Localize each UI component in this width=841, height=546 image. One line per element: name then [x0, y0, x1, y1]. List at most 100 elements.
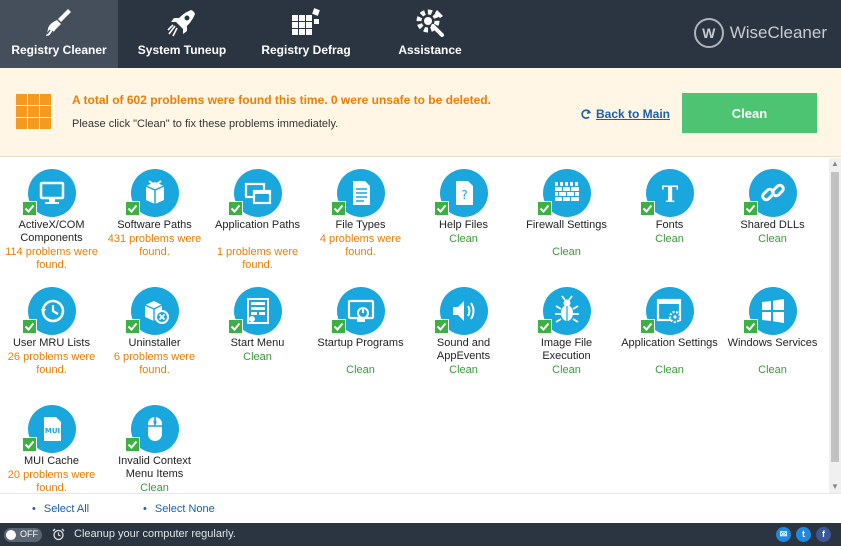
select-none-link[interactable]: Select None	[143, 503, 215, 515]
item-checkbox[interactable]	[22, 437, 37, 452]
registry-item[interactable]: Shared DLLs Clean	[721, 158, 824, 276]
item-name: Software Paths	[117, 219, 192, 231]
item-status: 431 problems were found.	[107, 233, 202, 258]
item-name: Application Paths	[215, 219, 300, 231]
item-status: 1 problems were found.	[216, 246, 299, 271]
result-summary: A total of 602 problems were found this …	[72, 93, 491, 107]
item-status: 26 problems were found.	[7, 351, 96, 376]
selection-bar: Select All Select None	[0, 493, 841, 523]
item-name: Application Settings	[621, 337, 718, 349]
wisecleaner-logo-icon: W	[693, 18, 724, 48]
registry-item[interactable]: Firewall Settings Clean	[515, 158, 618, 276]
item-name: Firewall Settings	[526, 219, 607, 231]
registry-item[interactable]: ? Help Files Clean	[412, 158, 515, 276]
rocket-icon	[167, 10, 195, 37]
registry-item[interactable]: Image File Execution Clean	[515, 276, 618, 394]
item-checkbox[interactable]	[640, 319, 655, 334]
item-checkbox[interactable]	[22, 319, 37, 334]
status-message: Cleanup your computer regularly.	[74, 528, 236, 540]
item-checkbox[interactable]	[743, 201, 758, 216]
item-checkbox[interactable]	[331, 201, 346, 216]
registry-item[interactable]: User MRU Lists 26 problems were found.	[0, 276, 103, 394]
result-banner: A total of 602 problems were found this …	[0, 68, 841, 157]
result-instruction: Please click "Clean" to fix these proble…	[72, 118, 339, 130]
svg-text:MUI: MUI	[45, 427, 60, 435]
defrag-icon	[292, 8, 320, 35]
tab-assistance[interactable]: Assistance	[374, 0, 486, 68]
tab-registry-defrag[interactable]: Registry Defrag	[250, 0, 362, 68]
refresh-icon	[581, 109, 591, 119]
item-name: Startup Programs	[317, 337, 404, 349]
item-checkbox[interactable]	[434, 201, 449, 216]
registry-items-grid: ActiveX/COM Components 114 problems were …	[0, 158, 829, 493]
item-name: Invalid Context Menu Items	[118, 455, 191, 480]
item-status: 6 problems were found.	[113, 351, 196, 376]
vertical-scrollbar[interactable]: ▲ ▼	[829, 158, 841, 493]
item-checkbox[interactable]	[125, 201, 140, 216]
registry-item[interactable]: Software Paths 431 problems were found.	[103, 158, 206, 276]
item-checkbox[interactable]	[125, 437, 140, 452]
item-status: 20 problems were found.	[7, 469, 96, 493]
item-name: Image File Execution	[540, 337, 593, 362]
item-checkbox[interactable]	[537, 201, 552, 216]
item-name: ActiveX/COM Components	[18, 219, 85, 244]
item-name: Shared DLLs	[740, 219, 805, 231]
item-checkbox[interactable]	[640, 201, 655, 216]
brand-name: WiseCleaner	[729, 23, 827, 42]
alarm-clock-icon	[52, 528, 65, 541]
registry-item[interactable]: Start Menu Clean	[206, 276, 309, 394]
item-status: Clean	[346, 364, 375, 376]
item-checkbox[interactable]	[434, 319, 449, 334]
item-status: Clean	[449, 233, 478, 245]
item-status: Clean	[140, 482, 169, 493]
item-checkbox[interactable]	[125, 319, 140, 334]
clean-button[interactable]: Clean	[682, 93, 817, 133]
email-icon[interactable]: ✉	[776, 527, 791, 542]
item-status: Clean	[758, 364, 787, 376]
item-checkbox[interactable]	[743, 319, 758, 334]
item-checkbox[interactable]	[228, 319, 243, 334]
registry-item[interactable]: Uninstaller 6 problems were found.	[103, 276, 206, 394]
twitter-icon[interactable]: t	[796, 527, 811, 542]
item-status: Clean	[655, 364, 684, 376]
back-to-main-link[interactable]: Back to Main	[580, 107, 670, 121]
registry-item[interactable]: MUI MUI Cache 20 problems were found.	[0, 394, 103, 493]
back-to-main-label: Back to Main	[596, 107, 671, 121]
scroll-up-arrow-icon[interactable]: ▲	[829, 158, 841, 170]
toggle-label: OFF	[20, 529, 38, 539]
toggle-knob	[6, 530, 16, 540]
tab-registry-cleaner[interactable]: Registry Cleaner	[0, 0, 118, 68]
item-checkbox[interactable]	[331, 319, 346, 334]
item-status: Clean	[552, 364, 581, 376]
scroll-thumb[interactable]	[831, 172, 839, 462]
registry-item[interactable]: Sound and AppEvents Clean	[412, 276, 515, 394]
item-name: MUI Cache	[23, 455, 80, 467]
item-name: File Types	[335, 219, 386, 231]
registry-item[interactable]: Application Settings Clean	[618, 276, 721, 394]
registry-item[interactable]: File Types 4 problems were found.	[309, 158, 412, 276]
tools-icon	[416, 9, 444, 37]
item-status: 114 problems were found.	[5, 246, 98, 271]
item-checkbox[interactable]	[537, 319, 552, 334]
registry-item[interactable]: Invalid Context Menu Items Clean	[103, 394, 206, 493]
item-status: Clean	[243, 351, 272, 363]
tab-label: Registry Cleaner	[11, 43, 107, 57]
facebook-icon[interactable]: f	[816, 527, 831, 542]
registry-item[interactable]: Startup Programs Clean	[309, 276, 412, 394]
select-all-link[interactable]: Select All	[32, 503, 89, 515]
item-status: 4 problems were found.	[319, 233, 402, 258]
svg-text:T: T	[662, 182, 679, 208]
item-checkbox[interactable]	[228, 201, 243, 216]
item-checkbox[interactable]	[22, 201, 37, 216]
registry-item[interactable]: ActiveX/COM Components 114 problems were …	[0, 158, 103, 276]
registry-item[interactable]: T Fonts Clean	[618, 158, 721, 276]
item-name: Uninstaller	[128, 337, 181, 349]
scroll-down-arrow-icon[interactable]: ▼	[829, 481, 841, 493]
registry-item[interactable]: Windows Services Clean	[721, 276, 824, 394]
tab-label: Registry Defrag	[261, 43, 351, 57]
schedule-toggle[interactable]: OFF	[4, 528, 42, 542]
item-status: Clean	[552, 246, 581, 258]
item-status: Clean	[655, 233, 684, 245]
registry-item[interactable]: Application Paths 1 problems were found.	[206, 158, 309, 276]
tab-system-tuneup[interactable]: System Tuneup	[126, 0, 238, 68]
